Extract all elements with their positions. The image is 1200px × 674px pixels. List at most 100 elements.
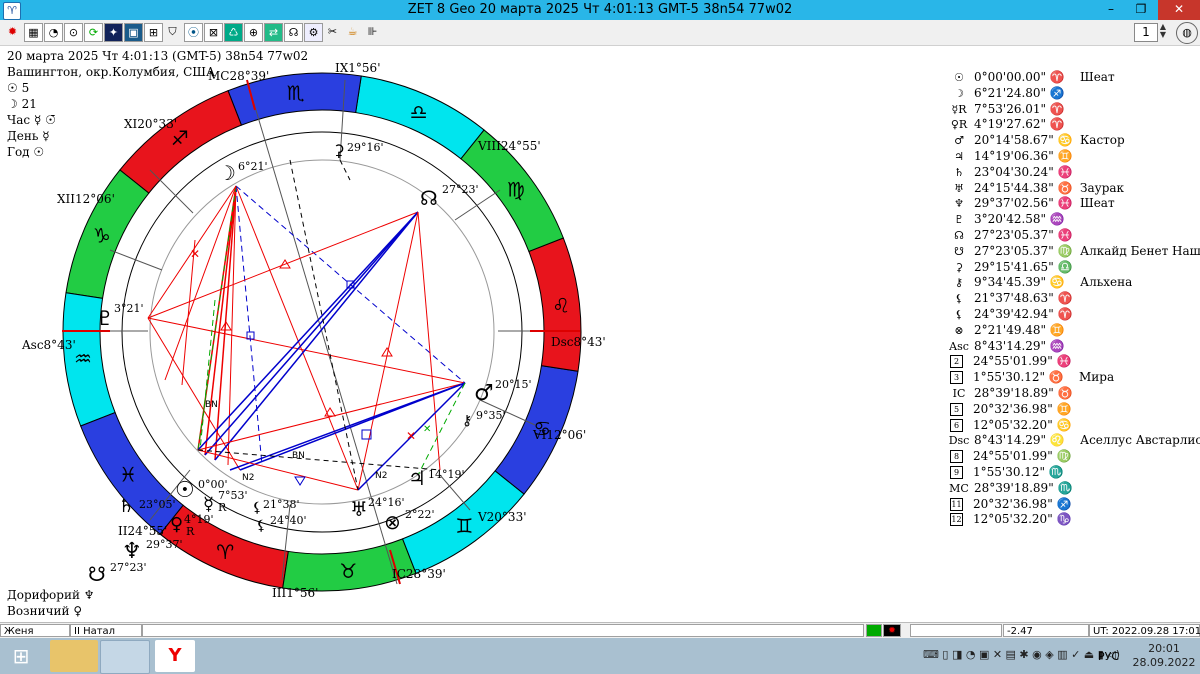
planet-position: 9°34'45.39" ♋ xyxy=(974,275,1065,290)
cusp-label-xi: XI20°33' xyxy=(124,117,177,131)
pluto-position: 3°21' xyxy=(114,302,144,315)
yandex-browser-icon[interactable]: Y xyxy=(155,640,195,672)
sun-glyph-icon[interactable]: ☉ xyxy=(175,478,195,503)
planet-table-row: 9 1°55'30.12" ♏ xyxy=(944,465,1200,481)
file-explorer-icon[interactable] xyxy=(50,640,98,672)
chart-number-spinner[interactable]: 1 xyxy=(1134,23,1158,42)
mercury-glyph-icon[interactable]: ☿ xyxy=(203,494,214,515)
transit-icon-button[interactable]: ♺ xyxy=(224,23,243,42)
planet-symbol-icon: IC xyxy=(952,386,966,400)
direction-icon-button[interactable]: ⊕ xyxy=(244,23,263,42)
chiron-position: 9°35' xyxy=(476,409,506,422)
planet-position: 29°37'02.56" ♓ xyxy=(974,196,1073,211)
radix-icon-button[interactable]: ✹ xyxy=(4,23,21,40)
toolbar: ✹ ▦ ◔ ⊙ ⟳ ✦ ▣ ⊞ ⛉ ⦿ ⊠ ♺ ⊕ ⇄ ☊ ⚙ ✂ ☕ ⊪ 1 … xyxy=(0,20,1200,46)
moon-glyph-icon[interactable]: ☽ xyxy=(218,161,236,185)
planet-table-row: ⚷ 9°34'45.39" ♋ Альхена xyxy=(944,275,1200,291)
uranus-glyph-icon[interactable]: ♅ xyxy=(350,497,368,521)
system-clock[interactable]: 20:01 28.09.2022 xyxy=(1132,642,1196,670)
cusp-label-v: V20°33' xyxy=(477,510,527,524)
zet-app-icon[interactable] xyxy=(100,640,150,674)
planet-position: 24°39'42.94" ♈ xyxy=(974,306,1073,321)
planet-symbol-icon: ☽ xyxy=(954,86,964,100)
part-of-fortune-icon[interactable]: ⊗ xyxy=(384,510,401,534)
tools-icon-button[interactable]: ✂ xyxy=(324,23,341,40)
planet-position: 28°39'18.89" ♉ xyxy=(974,385,1073,400)
svg-text:✕: ✕ xyxy=(190,247,200,261)
mars-glyph-icon[interactable]: ♂ xyxy=(474,381,494,406)
refresh-icon-button[interactable]: ⟳ xyxy=(84,23,103,42)
planet-table-row: ♀R 4°19'27.62" ♈ xyxy=(944,117,1200,133)
system-tray-icons[interactable]: ⌨ ▯ ◨ ◔ ▣ ✕ ▤ ✱ ◉ ◈ ▥ ✓ ⏏ ▮ ◁) xyxy=(923,648,1120,661)
uranus-position: 24°16' xyxy=(368,496,405,509)
print-icon-button[interactable]: ⊪ xyxy=(364,23,381,40)
planet-table-row: Asc 8°43'14.29" ♒ xyxy=(944,339,1200,355)
planet-symbol-icon: 11 xyxy=(950,497,963,511)
venus-glyph-icon[interactable]: ♀ xyxy=(170,514,183,535)
planet-table-row: IC 28°39'18.89" ♉ xyxy=(944,386,1200,402)
planet-position: 12°05'32.20" ♋ xyxy=(973,417,1072,432)
maximize-button[interactable]: ❐ xyxy=(1126,0,1156,20)
fixed-star-name: Шеат xyxy=(1080,196,1115,211)
status-empty xyxy=(142,624,864,637)
venus-retro: R xyxy=(186,525,195,538)
planet-table-row: 5 20°32'36.98" ♊ xyxy=(944,402,1200,418)
planet-symbol-icon: ♇ xyxy=(954,213,964,227)
capricorn-icon: ♑ xyxy=(93,223,111,247)
progression-icon-button[interactable]: ⇄ xyxy=(264,23,283,42)
planet-table-row: ♃ 14°19'06.36" ♊ xyxy=(944,149,1200,165)
chart-icon-button[interactable]: ⦿ xyxy=(184,23,203,42)
planet-position: 14°19'06.36" ♊ xyxy=(974,148,1073,163)
shield-icon-button[interactable]: ⛉ xyxy=(164,23,181,40)
eris-glyph-icon[interactable]: ⚸ xyxy=(252,500,262,516)
natal-chart-wheel[interactable]: ♈♉♊♋♌♍♎♏♐♑♒♓ ✕ ✕ ✕ BN BN N2 N2 MC28°39' … xyxy=(0,45,940,622)
planet-table-row: ☽ 6°21'24.80" ♐ xyxy=(944,86,1200,102)
scorpio-icon: ♏ xyxy=(287,81,305,105)
table-icon-button[interactable]: ▦ xyxy=(24,23,43,42)
globe-icon-button[interactable]: ◔ xyxy=(44,23,63,42)
planet-symbol-icon: ⚷ xyxy=(954,276,964,290)
chiron-glyph-icon[interactable]: ⚷ xyxy=(462,413,472,429)
stars-icon-button[interactable]: ✦ xyxy=(104,23,123,42)
saturn-glyph-icon[interactable]: ♄ xyxy=(118,496,134,517)
spinner-arrows-icon[interactable]: ▲ ▼ xyxy=(1157,23,1169,40)
planet-table-row: ♅ 24°15'44.38" ♉ Заурак xyxy=(944,181,1200,197)
planet-symbol-icon: ♂ xyxy=(954,134,964,148)
lilith-position: 24°40' xyxy=(270,514,307,527)
globe-icon[interactable]: ◍ xyxy=(1176,22,1198,44)
mercury-retro: R xyxy=(218,501,227,514)
jupiter-glyph-icon[interactable]: ♃ xyxy=(408,466,426,490)
planet-table-row: 8 24°55'01.99" ♍ xyxy=(944,449,1200,465)
planet-table-row: ☊ 27°23'05.37" ♓ xyxy=(944,228,1200,244)
status-bar: Женя II Натал ✹ -2.47 UT: 2022.09.28 17:… xyxy=(0,622,1200,638)
settings-icon-button[interactable]: ⚙ xyxy=(304,23,323,42)
clock-time: 20:01 xyxy=(1148,642,1180,655)
fixed-star-name: Мира xyxy=(1079,370,1115,385)
grid-icon-button[interactable]: ⊞ xyxy=(144,23,163,42)
aspects-icon-button[interactable]: ⊠ xyxy=(204,23,223,42)
planet-symbol-icon: 8 xyxy=(950,450,963,464)
ceres-position: 29°16' xyxy=(347,141,384,154)
ceres-glyph-icon[interactable]: ⚳ xyxy=(333,141,345,160)
wheel-icon-button[interactable]: ⊙ xyxy=(64,23,83,42)
node-glyph-icon[interactable]: ☊ xyxy=(420,186,438,210)
fixed-star-name: Заурак xyxy=(1080,180,1125,195)
planet-position: 20°32'36.98" ♐ xyxy=(973,496,1072,511)
language-indicator[interactable]: РУС xyxy=(1098,650,1119,663)
neptune-position: 29°37' xyxy=(146,538,183,551)
map-icon-button[interactable]: ▣ xyxy=(124,23,143,42)
windows-start-icon[interactable]: ⊞ xyxy=(6,642,36,670)
minimize-button[interactable]: – xyxy=(1096,0,1126,20)
planet-position: 8°43'14.29" ♒ xyxy=(974,338,1065,353)
planet-table-row: ♇ 3°20'42.58" ♒ xyxy=(944,212,1200,228)
planet-position: 20°14'58.67" ♋ xyxy=(974,133,1073,148)
planet-symbol-icon: ☉ xyxy=(954,71,964,84)
export-icon-button[interactable]: ☕ xyxy=(344,23,361,40)
synastry-icon-button[interactable]: ☊ xyxy=(284,23,303,42)
pluto-glyph-icon[interactable]: ♇ xyxy=(96,306,114,330)
planet-table-row: ♆ 29°37'02.56" ♓ Шеат xyxy=(944,196,1200,212)
planet-symbol-icon: MC xyxy=(949,481,969,495)
lilith-glyph-icon[interactable]: ⚸ xyxy=(256,518,266,534)
south-node-glyph-icon[interactable]: ☋ xyxy=(88,562,106,586)
close-button[interactable]: ✕ xyxy=(1158,0,1200,20)
